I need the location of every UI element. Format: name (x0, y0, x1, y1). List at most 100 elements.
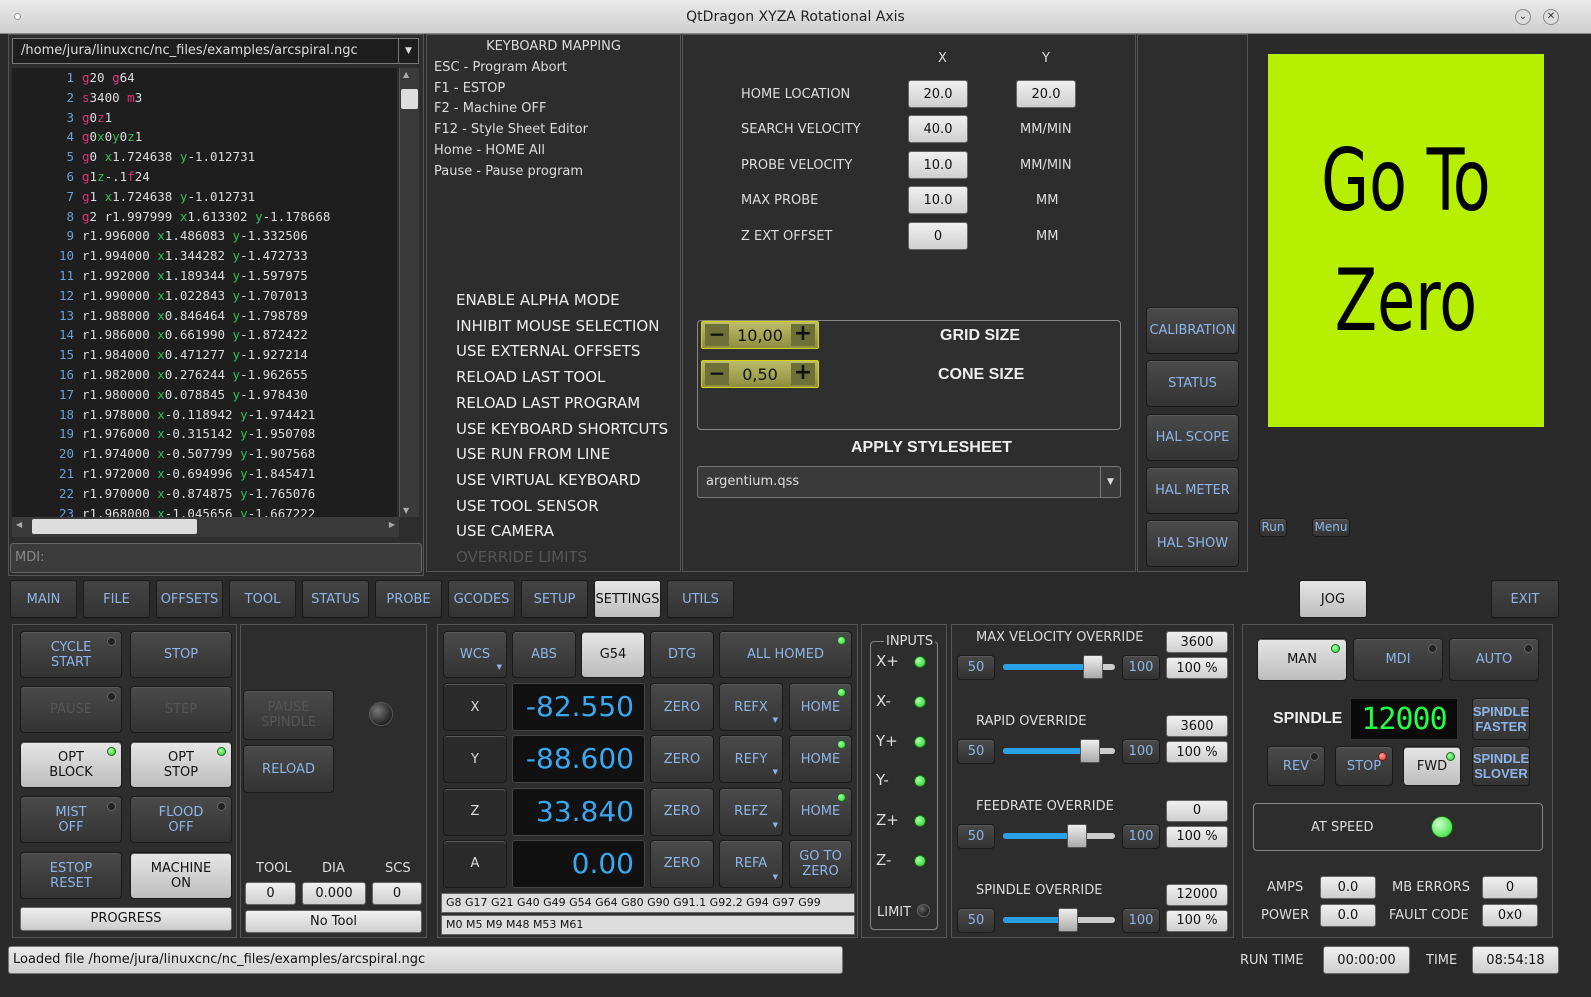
ref-a-button[interactable]: REFA ▼ (719, 839, 783, 888)
override-max-button[interactable]: 100 (1122, 739, 1160, 765)
zero-a-button[interactable]: ZERO (650, 839, 714, 888)
zero-z-button[interactable]: ZERO (650, 787, 714, 836)
cone-size-spinbox[interactable]: − 0,50 + (701, 360, 819, 388)
abs-button[interactable]: ABS (512, 631, 576, 678)
option-checkbox[interactable]: RELOAD LAST PROGRAM (456, 394, 640, 412)
exit-button[interactable]: EXIT (1491, 580, 1559, 618)
side-button[interactable]: HAL SCOPE (1146, 413, 1239, 461)
override-slider[interactable] (1003, 832, 1115, 839)
tab-offsets[interactable]: OFFSETS (156, 580, 223, 618)
all-homed-button[interactable]: ALL HOMED (719, 631, 852, 678)
option-checkbox[interactable]: RELOAD LAST TOOL (456, 368, 605, 386)
chevron-down-icon[interactable]: ▼ (398, 39, 418, 63)
option-checkbox[interactable]: INHIBIT MOUSE SELECTION (456, 317, 659, 335)
override-min-button[interactable]: 50 (957, 655, 995, 680)
slider-handle[interactable] (1057, 907, 1078, 932)
minus-icon[interactable]: − (705, 324, 729, 346)
minus-icon[interactable]: − (705, 363, 729, 385)
spindle-slower-button[interactable]: SPINDLE SLOVER (1472, 746, 1530, 786)
override-max-button[interactable]: 100 (1122, 823, 1160, 849)
step-button[interactable]: STEP (130, 686, 232, 733)
slider-handle[interactable] (1066, 823, 1087, 848)
stop-button[interactable]: STOP (130, 631, 232, 678)
minimize-icon[interactable]: ⌄ (1515, 9, 1531, 25)
opt-stop-button[interactable]: OPT STOP (130, 741, 232, 788)
side-button[interactable]: HAL SHOW (1146, 520, 1239, 568)
search-velocity-input[interactable]: 40.0 (908, 115, 968, 143)
option-checkbox[interactable]: OVERRIDE LIMITS (456, 548, 587, 566)
zero-y-button[interactable]: ZERO (650, 735, 714, 784)
grid-size-spinbox[interactable]: − 10,00 + (701, 321, 819, 349)
ref-z-button[interactable]: REFZ ▼ (719, 787, 783, 836)
scroll-right-icon[interactable]: ▶ (389, 520, 395, 529)
override-min-button[interactable]: 50 (957, 823, 995, 849)
scroll-thumb[interactable] (401, 89, 418, 109)
side-button[interactable]: STATUS (1146, 360, 1239, 408)
option-checkbox[interactable]: USE VIRTUAL KEYBOARD (456, 471, 641, 489)
home-x-input[interactable]: 20.0 (908, 80, 968, 108)
tab-status[interactable]: STATUS (302, 580, 369, 618)
close-icon[interactable]: ✕ (1543, 9, 1559, 25)
spindle-faster-button[interactable]: SPINDLE FASTER (1472, 698, 1530, 740)
probe-velocity-input[interactable]: 10.0 (908, 151, 968, 179)
tab-tool[interactable]: TOOL (229, 580, 296, 618)
override-min-button[interactable]: 50 (957, 907, 995, 933)
option-checkbox[interactable]: USE EXTERNAL OFFSETS (456, 342, 640, 360)
g54-button[interactable]: G54 (581, 631, 645, 678)
window-menu-icon[interactable] (14, 13, 21, 20)
file-path-combo[interactable]: /home/jura/linuxcnc/nc_files/examples/ar… (12, 38, 419, 64)
cycle-start-button[interactable]: CYCLE START (20, 631, 122, 678)
scroll-up-icon[interactable]: ▲ (403, 70, 409, 79)
estop-reset-button[interactable]: ESTOP RESET (20, 852, 122, 899)
opt-block-button[interactable]: OPT BLOCK (20, 741, 122, 788)
gcode-editor[interactable]: 1 g20 g64 2 s3400 m3 3 g0z1 4 g0x0y0z1 5 g0 x1.72… (12, 68, 397, 517)
jog-button[interactable]: JOG (1299, 580, 1367, 618)
home-a-button[interactable]: GO TO ZERO (789, 839, 852, 888)
max-probe-input[interactable]: 10.0 (908, 186, 968, 214)
scroll-left-icon[interactable]: ◀ (16, 520, 22, 529)
pause-button[interactable]: PAUSE (20, 686, 122, 733)
z-ext-offset-input[interactable]: 0 (908, 222, 968, 250)
tab-setup[interactable]: SETUP (521, 580, 588, 618)
side-button[interactable]: CALIBRATION (1146, 307, 1239, 354)
run-button[interactable]: Run (1259, 518, 1287, 537)
override-min-button[interactable]: 50 (957, 739, 995, 765)
mist-button[interactable]: MIST OFF (20, 796, 122, 843)
ref-x-button[interactable]: REFX ▼ (719, 683, 783, 731)
chevron-down-icon[interactable]: ▼ (1100, 467, 1120, 497)
dtg-button[interactable]: DTG (650, 631, 714, 678)
slider-handle[interactable] (1082, 655, 1103, 679)
zero-x-button[interactable]: ZERO (650, 683, 714, 731)
plus-icon[interactable]: + (791, 323, 815, 346)
wcs-button[interactable]: WCS ▼ (443, 631, 507, 678)
scroll-down-icon[interactable]: ▼ (403, 506, 409, 515)
menu-button[interactable]: Menu (1312, 518, 1350, 537)
tab-probe[interactable]: PROBE (375, 580, 442, 618)
pause-spindle-button[interactable]: PAUSE SPINDLE (243, 690, 334, 740)
machine-on-button[interactable]: MACHINE ON (130, 852, 232, 899)
override-max-button[interactable]: 100 (1122, 907, 1160, 933)
plus-icon[interactable]: + (791, 362, 815, 385)
ref-y-button[interactable]: REFY ▼ (719, 735, 783, 784)
horizontal-scrollbar[interactable]: ◀ ▶ (12, 517, 399, 537)
option-checkbox[interactable]: USE KEYBOARD SHORTCUTS (456, 420, 668, 438)
hscroll-thumb[interactable] (32, 519, 197, 534)
tab-file[interactable]: FILE (83, 580, 150, 618)
home-y-input[interactable]: 20.0 (1016, 80, 1076, 108)
tab-settings[interactable]: SETTINGS (594, 580, 661, 618)
option-checkbox[interactable]: USE CAMERA (456, 522, 554, 540)
override-max-button[interactable]: 100 (1122, 655, 1160, 680)
flood-button[interactable]: FLOOD OFF (130, 796, 232, 843)
reload-button[interactable]: RELOAD (243, 745, 334, 793)
option-checkbox[interactable]: ENABLE ALPHA MODE (456, 291, 620, 309)
slider-handle[interactable] (1080, 739, 1101, 764)
tab-utils[interactable]: UTILS (667, 580, 734, 618)
mdi-input[interactable]: MDI: (10, 543, 422, 573)
option-checkbox[interactable]: USE RUN FROM LINE (456, 445, 610, 463)
option-checkbox[interactable]: USE TOOL SENSOR (456, 497, 599, 515)
side-button[interactable]: HAL METER (1146, 466, 1239, 514)
vertical-scrollbar[interactable]: ▲ ▼ (399, 68, 419, 517)
tab-main[interactable]: MAIN (10, 580, 77, 618)
stylesheet-select[interactable]: argentium.qss ▼ (697, 466, 1121, 498)
tab-gcodes[interactable]: GCODES (448, 580, 515, 618)
